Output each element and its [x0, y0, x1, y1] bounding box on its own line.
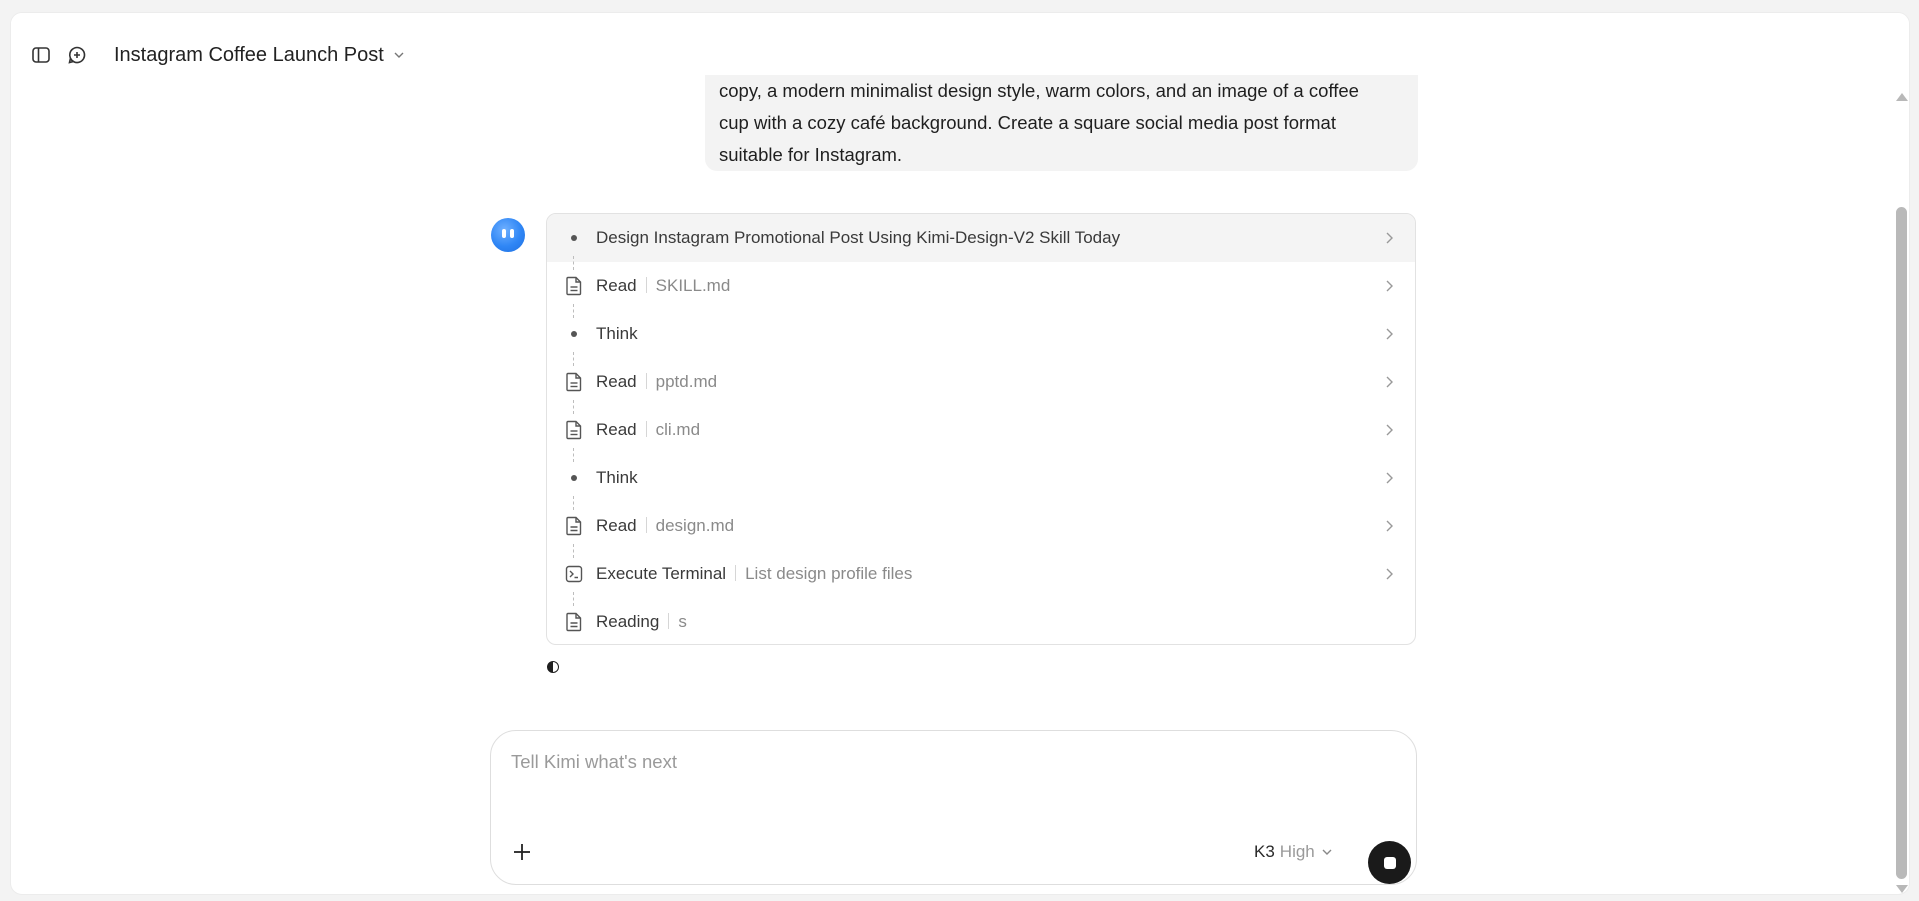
stop-generation-button[interactable] [1368, 841, 1411, 884]
step-item[interactable]: Think [547, 454, 1415, 510]
file-icon [564, 276, 584, 296]
user-message-line: cup with a cozy café background. Create … [719, 112, 1336, 133]
loading-indicator-icon [547, 661, 559, 673]
step-label: Read [596, 420, 637, 439]
chevron-right-icon [1386, 520, 1393, 532]
stop-icon [1383, 856, 1396, 869]
file-icon [564, 420, 584, 440]
step-label: Read [596, 372, 637, 391]
page-title: Instagram Coffee Launch Post [114, 43, 384, 66]
file-icon [564, 612, 584, 632]
file-icon [564, 516, 584, 536]
step-item[interactable]: Think [547, 310, 1415, 366]
step-label: Read [596, 516, 637, 535]
bullet-dot-icon [564, 324, 584, 344]
step-label: Reading [596, 612, 660, 631]
chevron-down-icon [1322, 849, 1332, 855]
chevron-right-icon [1386, 280, 1393, 292]
terminal-icon [564, 564, 584, 584]
model-selector[interactable]: K3 High [1254, 842, 1334, 862]
step-item[interactable]: Read cli.md [547, 406, 1415, 462]
kimi-avatar [491, 218, 525, 252]
scroll-up-icon[interactable] [1896, 93, 1908, 101]
step-item[interactable]: Execute Terminal List design profile file… [547, 550, 1415, 606]
chevron-right-icon [1386, 472, 1393, 484]
chevron-right-icon [1386, 328, 1393, 340]
step-label: Read [596, 276, 637, 295]
step-item[interactable]: Read design.md [547, 502, 1415, 558]
step-item[interactable]: Read SKILL.md [547, 262, 1415, 318]
user-message-line: suitable for Instagram. [719, 144, 903, 165]
step-item[interactable]: Read pptd.md [547, 358, 1415, 414]
model-name: K3 [1254, 842, 1275, 861]
scrollbar-thumb[interactable] [1896, 207, 1907, 879]
step-label: Think [596, 324, 638, 343]
step-item[interactable]: Reading s [547, 598, 1415, 644]
step-label: Think [596, 468, 638, 487]
step-label: Execute Terminal [596, 564, 727, 583]
chevron-right-icon [1386, 232, 1393, 244]
header: Instagram Coffee Launch Post [11, 13, 1909, 75]
new-chat-icon[interactable] [65, 43, 89, 67]
message-composer[interactable]: Tell Kimi what's next K3 High [490, 730, 1417, 885]
message-input[interactable]: Tell Kimi what's next [511, 751, 677, 773]
step-item[interactable]: Design Instagram Promotional Post Using … [547, 214, 1415, 270]
bullet-dot-icon [564, 468, 584, 488]
step-detail: SKILL.md [655, 276, 731, 295]
scrollbar[interactable] [1894, 73, 1909, 893]
app-window: Instagram Coffee Launch Post copy, a mod… [10, 12, 1910, 895]
chevron-right-icon [1386, 376, 1393, 388]
step-detail: pptd.md [655, 372, 718, 391]
model-effort: High [1279, 842, 1315, 861]
scroll-down-icon[interactable] [1896, 885, 1908, 893]
step-detail: List design profile files [745, 564, 913, 583]
chevron-right-icon [1386, 568, 1393, 580]
step-detail: design.md [655, 516, 735, 535]
add-attachment-icon[interactable] [511, 841, 533, 863]
sidebar-toggle-icon[interactable] [29, 43, 53, 67]
step-detail: s [678, 612, 687, 631]
step-detail: cli.md [655, 420, 701, 439]
agent-steps-panel: Design Instagram Promotional Post Using … [546, 213, 1416, 645]
step-label: Design Instagram Promotional Post Using … [596, 228, 1121, 247]
chevron-down-icon [394, 52, 404, 58]
bullet-dot-icon [564, 228, 584, 248]
chat-title-dropdown[interactable]: Instagram Coffee Launch Post [114, 43, 406, 67]
chevron-right-icon [1386, 424, 1393, 436]
file-icon [564, 372, 584, 392]
user-message-line: copy, a modern minimalist design style, … [719, 80, 1359, 101]
